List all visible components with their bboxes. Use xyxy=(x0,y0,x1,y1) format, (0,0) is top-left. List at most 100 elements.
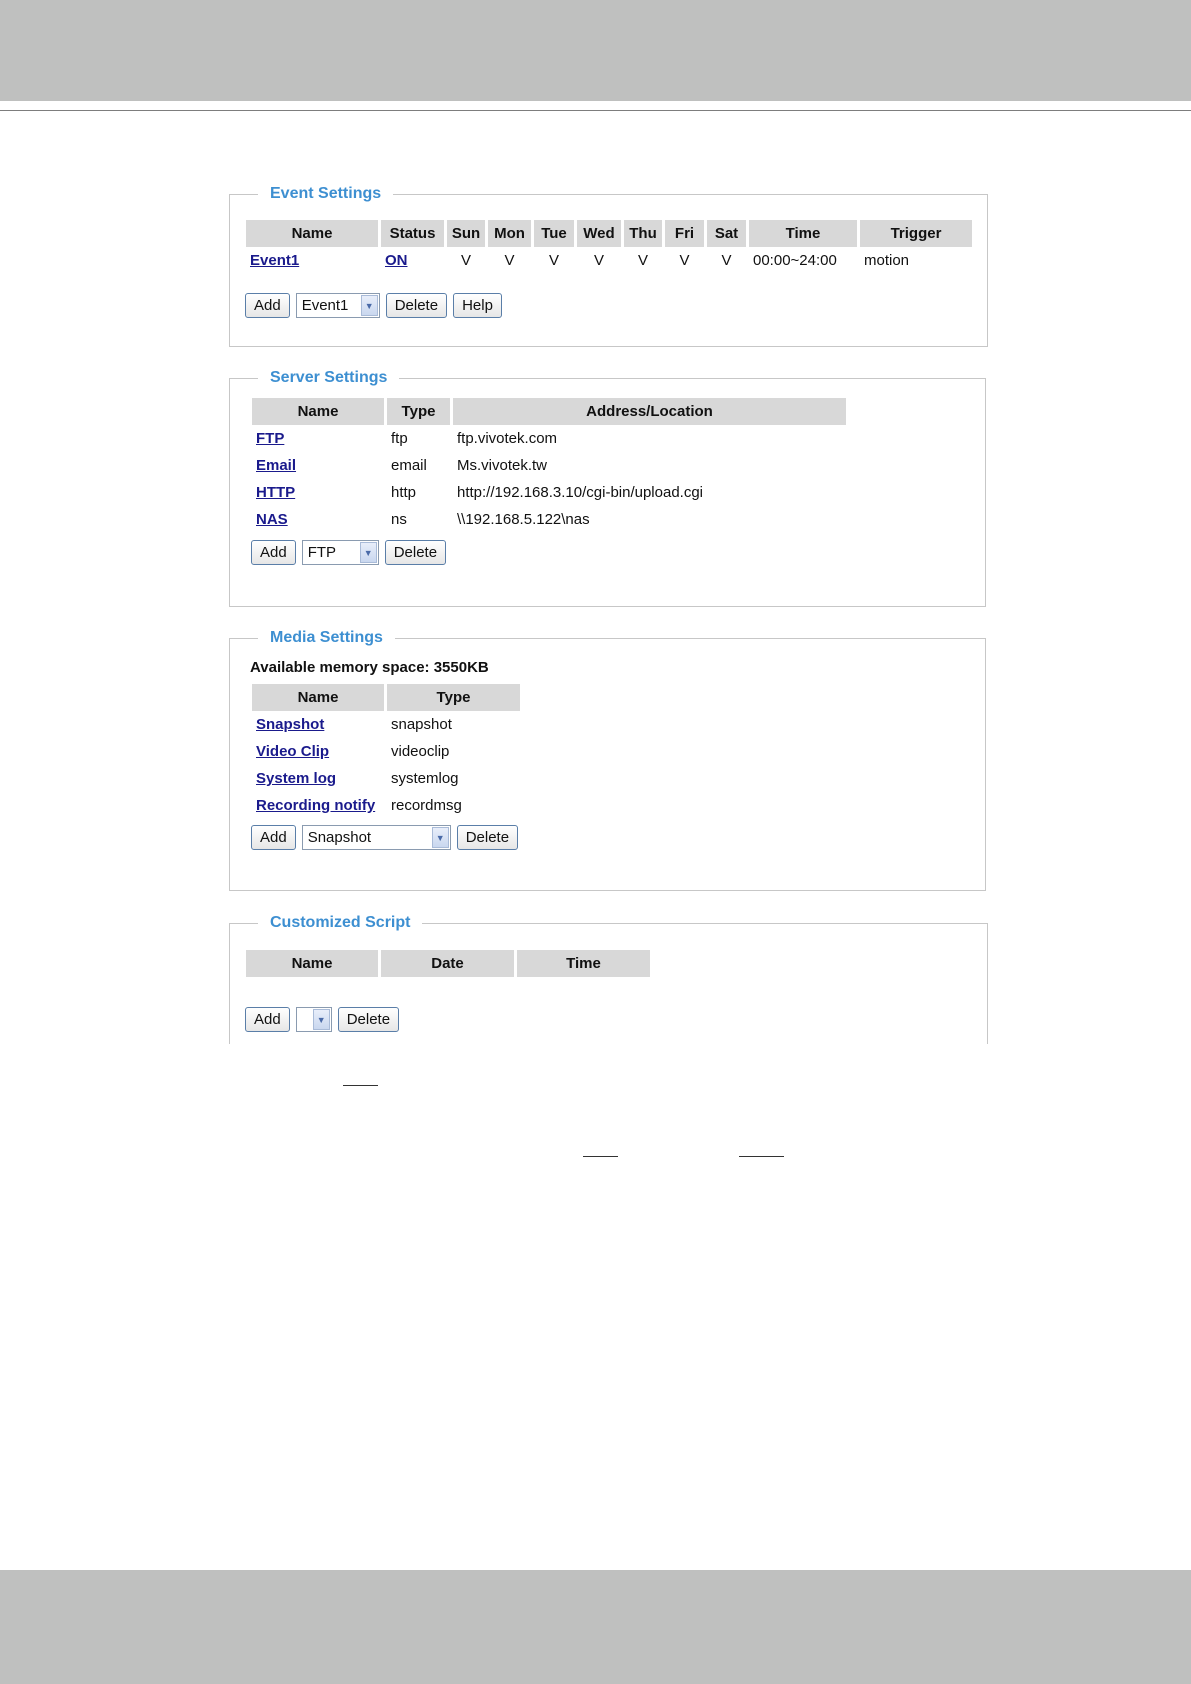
media-type-cell: videoclip xyxy=(391,743,450,760)
event-trigger-cell: motion xyxy=(864,252,910,269)
column-header-wed: Wed xyxy=(577,220,621,247)
server-http-link[interactable]: HTTP xyxy=(256,484,295,501)
media-controls: Add Snapshot ▼ Delete xyxy=(251,825,519,850)
server-table: Name Type Address/Location FTP ftp ftp.v… xyxy=(249,398,849,533)
column-header-date: Date xyxy=(381,950,514,977)
event-table: Name Status Sun Mon Tue Wed Thu Fri Sat … xyxy=(243,220,975,274)
server-address-cell: ftp.vivotek.com xyxy=(457,430,558,447)
script-controls: Add ▼ Delete xyxy=(245,1007,400,1032)
media-select-value: Snapshot xyxy=(307,829,372,846)
script-table: Name Date Time xyxy=(243,950,653,977)
day-sat-cell: V xyxy=(721,252,732,269)
event-settings-legend: Event Settings xyxy=(270,185,382,202)
event-table-header: Name Status Sun Mon Tue Wed Thu Fri Sat … xyxy=(246,220,972,247)
media-delete-button[interactable]: Delete xyxy=(456,825,519,850)
media-settings-legend: Media Settings xyxy=(270,629,383,646)
column-header-name: Name xyxy=(246,220,378,247)
header-band xyxy=(0,0,1191,101)
server-add-button[interactable]: Add xyxy=(251,540,296,565)
server-type-cell: ftp xyxy=(391,430,408,447)
media-type-cell: recordmsg xyxy=(391,797,462,814)
day-fri-cell: V xyxy=(679,252,690,269)
column-header-name: Name xyxy=(252,398,384,425)
event1-link[interactable]: Event1 xyxy=(250,252,299,269)
event-add-button[interactable]: Add xyxy=(245,293,290,318)
media-select[interactable]: Snapshot ▼ xyxy=(301,825,451,850)
script-delete-button[interactable]: Delete xyxy=(337,1007,400,1032)
table-row: Recording notify recordmsg xyxy=(252,792,520,819)
script-table-header: Name Date Time xyxy=(246,950,650,977)
server-type-cell: ns xyxy=(391,511,407,528)
underline-mark xyxy=(583,1156,618,1157)
media-systemlog-link[interactable]: System log xyxy=(256,770,336,787)
day-sun-cell: V xyxy=(460,252,471,269)
server-settings-legend: Server Settings xyxy=(270,369,388,386)
server-address-cell: http://192.168.3.10/cgi-bin/upload.cgi xyxy=(457,484,704,501)
day-wed-cell: V xyxy=(593,252,604,269)
server-address-cell: \\192.168.5.122\nas xyxy=(457,511,590,528)
event-delete-button[interactable]: Delete xyxy=(385,293,448,318)
media-recordingnotify-link[interactable]: Recording notify xyxy=(256,797,375,814)
column-header-sun: Sun xyxy=(447,220,485,247)
media-snapshot-link[interactable]: Snapshot xyxy=(256,716,324,733)
column-header-time: Time xyxy=(517,950,650,977)
server-select-value: FTP xyxy=(307,544,337,561)
underline-mark xyxy=(343,1085,378,1086)
column-header-trigger: Trigger xyxy=(860,220,972,247)
day-tue-cell: V xyxy=(548,252,559,269)
table-row: HTTP http http://192.168.3.10/cgi-bin/up… xyxy=(252,479,846,506)
column-header-address: Address/Location xyxy=(453,398,846,425)
chevron-down-icon: ▼ xyxy=(312,1009,330,1030)
table-row: System log systemlog xyxy=(252,765,520,792)
server-table-header: Name Type Address/Location xyxy=(252,398,846,425)
column-header-time: Time xyxy=(749,220,857,247)
event-status-link[interactable]: ON xyxy=(385,252,408,269)
media-type-cell: systemlog xyxy=(391,770,459,787)
server-ftp-link[interactable]: FTP xyxy=(256,430,284,447)
script-add-button[interactable]: Add xyxy=(245,1007,290,1032)
footer-band xyxy=(0,1570,1191,1684)
column-header-fri: Fri xyxy=(665,220,704,247)
chevron-down-icon: ▼ xyxy=(359,542,377,563)
column-header-type: Type xyxy=(387,398,450,425)
event-time-cell: 00:00~24:00 xyxy=(753,252,837,269)
script-select[interactable]: ▼ xyxy=(295,1007,332,1032)
media-table-header: Name Type xyxy=(252,684,520,711)
header-rule xyxy=(0,110,1191,111)
day-thu-cell: V xyxy=(637,252,648,269)
media-add-button[interactable]: Add xyxy=(251,825,296,850)
table-row: Email email Ms.vivotek.tw xyxy=(252,452,846,479)
customized-script-legend: Customized Script xyxy=(270,914,411,931)
table-row: Snapshot snapshot xyxy=(252,711,520,738)
column-header-status: Status xyxy=(381,220,444,247)
event-select[interactable]: Event1 ▼ xyxy=(295,293,380,318)
column-header-type: Type xyxy=(387,684,520,711)
table-row: Video Clip videoclip xyxy=(252,738,520,765)
column-header-mon: Mon xyxy=(488,220,531,247)
column-header-thu: Thu xyxy=(624,220,662,247)
table-row: FTP ftp ftp.vivotek.com xyxy=(252,425,846,452)
available-memory-text: Available memory space: 3550KB xyxy=(250,659,489,676)
chevron-down-icon: ▼ xyxy=(360,295,378,316)
server-type-cell: email xyxy=(391,457,427,474)
table-row: NAS ns \\192.168.5.122\nas xyxy=(252,506,846,533)
day-mon-cell: V xyxy=(504,252,515,269)
underline-mark xyxy=(739,1156,784,1157)
server-controls: Add FTP ▼ Delete xyxy=(251,540,447,565)
media-type-cell: snapshot xyxy=(391,716,452,733)
column-header-name: Name xyxy=(246,950,378,977)
server-select[interactable]: FTP ▼ xyxy=(301,540,379,565)
chevron-down-icon: ▼ xyxy=(431,827,449,848)
column-header-name: Name xyxy=(252,684,384,711)
table-row: Event1 ON V V V V V V V 00:00~24:00 moti… xyxy=(246,247,972,274)
server-nas-link[interactable]: NAS xyxy=(256,511,288,528)
media-videoclip-link[interactable]: Video Clip xyxy=(256,743,329,760)
column-header-sat: Sat xyxy=(707,220,746,247)
server-address-cell: Ms.vivotek.tw xyxy=(457,457,548,474)
event-controls: Add Event1 ▼ Delete Help xyxy=(245,293,502,318)
event-help-button[interactable]: Help xyxy=(453,293,502,318)
server-delete-button[interactable]: Delete xyxy=(384,540,447,565)
server-email-link[interactable]: Email xyxy=(256,457,296,474)
column-header-tue: Tue xyxy=(534,220,574,247)
event-select-value: Event1 xyxy=(301,297,349,314)
